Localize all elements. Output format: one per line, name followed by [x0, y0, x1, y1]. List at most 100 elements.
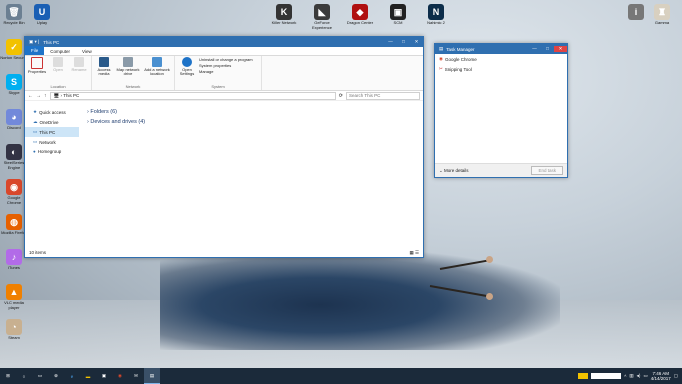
desktop-shortcut-vlc-media-player[interactable]: ▲ VLC media player: [0, 284, 28, 310]
task-item-snipping-tool[interactable]: ✂ Snipping Tool: [435, 64, 567, 74]
desktop-shortcut-uplay-icon: U: [34, 4, 50, 20]
maximize-button[interactable]: □: [397, 39, 410, 45]
desktop-shortcut-dragon-center[interactable]: ◆ Dragon Center: [346, 4, 374, 26]
open-settings-button[interactable]: Open Settings: [178, 57, 196, 84]
taskbar-edge[interactable]: e: [64, 368, 80, 384]
manage-link[interactable]: Manage: [199, 69, 253, 74]
cloud-icon: ☁: [33, 119, 38, 124]
desktop-shortcut-dragon-center-icon: ◆: [352, 4, 368, 20]
task-manager-titlebar[interactable]: ▤ Task Manager — □ ✕: [435, 44, 567, 54]
access-media-button[interactable]: Access media: [95, 57, 113, 84]
network-icon[interactable]: ▥: [629, 373, 633, 379]
desktop-shortcut-killer-network-icon: K: [276, 4, 292, 20]
task-manager-title: Task Manager: [446, 46, 475, 52]
desktop-shortcut-dragon-center-label: Dragon Center: [346, 20, 374, 25]
more-details-button[interactable]: ⌄ More details: [439, 168, 469, 174]
nav-quick-access[interactable]: ★ Quick access: [25, 107, 79, 117]
navigation-pane: ★ Quick access ☁ OneDrive ▭ This PC ▭ Networ…: [25, 107, 79, 248]
folder-icon: ▬: [85, 373, 91, 379]
desktop-shortcut-geforce-experience[interactable]: ◣ GeForce Experience: [308, 4, 336, 30]
desktop-shortcut-info[interactable]: i: [622, 4, 650, 21]
file-explorer-window[interactable]: ▣ ▾ | This PC — □ ✕ File Computer View P…: [24, 36, 424, 258]
taskbar-store[interactable]: ▣: [96, 368, 112, 384]
close-button[interactable]: ✕: [554, 46, 567, 52]
minimize-button[interactable]: —: [384, 39, 397, 45]
tab-computer[interactable]: Computer: [44, 49, 76, 55]
store-icon: ▣: [101, 373, 107, 378]
properties-button[interactable]: Properties: [28, 57, 46, 84]
desktop-shortcut-scm-label: SCM: [393, 20, 403, 25]
rename-icon: [74, 57, 84, 67]
desktop-shortcut-scm[interactable]: ▣ SCM: [384, 4, 412, 26]
uninstall-program-link[interactable]: Uninstall or change a program: [199, 57, 253, 62]
add-network-location-button[interactable]: Add a network location: [143, 57, 171, 84]
desktop-shortcut-recycle-bin[interactable]: 🗑 Recycle Bin: [0, 4, 28, 26]
desktop-shortcut-killer-network[interactable]: K Killer Network: [270, 4, 298, 26]
homegroup-icon: ●: [33, 149, 36, 154]
minimize-button[interactable]: —: [528, 46, 541, 52]
clock[interactable]: 7:46 AM 4/14/2017: [651, 371, 671, 381]
forward-arrow-icon[interactable]: →: [36, 93, 41, 99]
taskbar-explorer[interactable]: ▬: [80, 368, 96, 384]
explorer-titlebar[interactable]: ▣ ▾ | This PC — □ ✕: [25, 37, 423, 47]
search-input[interactable]: Search This PC: [346, 91, 420, 100]
settings-gear-icon: [182, 57, 192, 67]
group-label-system: System: [211, 84, 225, 89]
wallpaper-slug: [160, 250, 560, 350]
tray-search-box[interactable]: [591, 373, 622, 379]
rename-button[interactable]: Rename: [70, 57, 88, 84]
nav-onedrive[interactable]: ☁ OneDrive: [25, 117, 79, 127]
taskbar: ⊞ ○ ▭ ⊗ e ▬ ▣ ◉ ✉ ▤ ^ ▥ ◂) ▭ 7:46 AM 4/1…: [0, 368, 682, 384]
start-button[interactable]: ⊞: [0, 368, 16, 384]
map-network-drive-button[interactable]: Map network drive: [116, 57, 140, 84]
tray-app-icon[interactable]: [578, 373, 589, 379]
group-label-location: Location: [50, 84, 66, 89]
desktop-shortcut-info-icon: i: [628, 4, 644, 20]
desktop-shortcut-nahimic-2-label: Nahimic 2: [427, 20, 445, 25]
tab-view[interactable]: View: [76, 49, 98, 55]
nav-homegroup[interactable]: ● Homegroup: [25, 147, 79, 156]
properties-icon: [31, 57, 43, 69]
desktop-shortcut-nahimic-2[interactable]: N Nahimic 2: [422, 4, 450, 26]
taskbar-chrome[interactable]: ◉: [112, 368, 128, 384]
chevron-right-icon: ›: [87, 109, 89, 115]
desktop-shortcut-uplay[interactable]: U Uplay: [28, 4, 56, 26]
desktop-shortcut-vlc-media-player-icon: ▲: [6, 284, 22, 300]
window-title: This PC: [43, 39, 60, 45]
nav-network[interactable]: ▭ Network: [25, 137, 79, 147]
section-devices[interactable]: › Devices and drives (4): [83, 117, 423, 127]
desktop-shortcut-steam-label: Steam: [8, 335, 20, 340]
system-properties-link[interactable]: System properties: [199, 63, 253, 68]
notifications-icon[interactable]: ▢: [674, 373, 678, 379]
computer-icon: ▭: [33, 129, 38, 134]
chevron-up-icon[interactable]: ^: [624, 374, 626, 379]
desktop-shortcut-norton-security-icon: ✓: [6, 39, 22, 55]
task-manager-window[interactable]: ▤ Task Manager — □ ✕ ◉ Google Chrome ✂ Sni…: [434, 43, 568, 178]
search-button[interactable]: ○: [16, 368, 32, 384]
section-folders[interactable]: › Folders (6): [83, 107, 423, 117]
battery-icon[interactable]: ▭: [643, 373, 647, 379]
desktop-shortcut-steam-icon: ◔: [6, 319, 22, 335]
close-button[interactable]: ✕: [410, 39, 423, 45]
open-button[interactable]: Open: [49, 57, 67, 84]
ribbon-group-system: Open Settings Uninstall or change a prog…: [175, 56, 262, 90]
refresh-icon[interactable]: ⟳: [339, 93, 343, 99]
item-count: 10 items: [29, 250, 47, 255]
nav-this-pc[interactable]: ▭ This PC: [25, 127, 79, 137]
desktop-shortcut-gamma[interactable]: ♜ Gamma: [648, 4, 676, 26]
task-view-button[interactable]: ▭: [32, 368, 48, 384]
taskbar-mail[interactable]: ✉: [128, 368, 144, 384]
desktop-shortcut-steam[interactable]: ◔ Steam: [0, 319, 28, 341]
taskbar-xbox[interactable]: ⊗: [48, 368, 64, 384]
end-task-button[interactable]: End task: [531, 166, 563, 175]
up-arrow-icon[interactable]: ↑: [44, 93, 47, 99]
taskbar-task-manager[interactable]: ▤: [144, 368, 160, 384]
folder-icon: ▣ ▾ |: [29, 39, 40, 44]
view-toggle-icons[interactable]: ▦ ☰: [409, 250, 423, 256]
tab-file[interactable]: File: [25, 46, 45, 55]
maximize-button[interactable]: □: [541, 46, 554, 52]
back-arrow-icon[interactable]: ←: [28, 93, 33, 99]
address-bar[interactable]: 🖥 › This PC: [49, 91, 336, 100]
task-item-chrome[interactable]: ◉ Google Chrome: [435, 54, 567, 64]
volume-icon[interactable]: ◂): [637, 373, 641, 379]
